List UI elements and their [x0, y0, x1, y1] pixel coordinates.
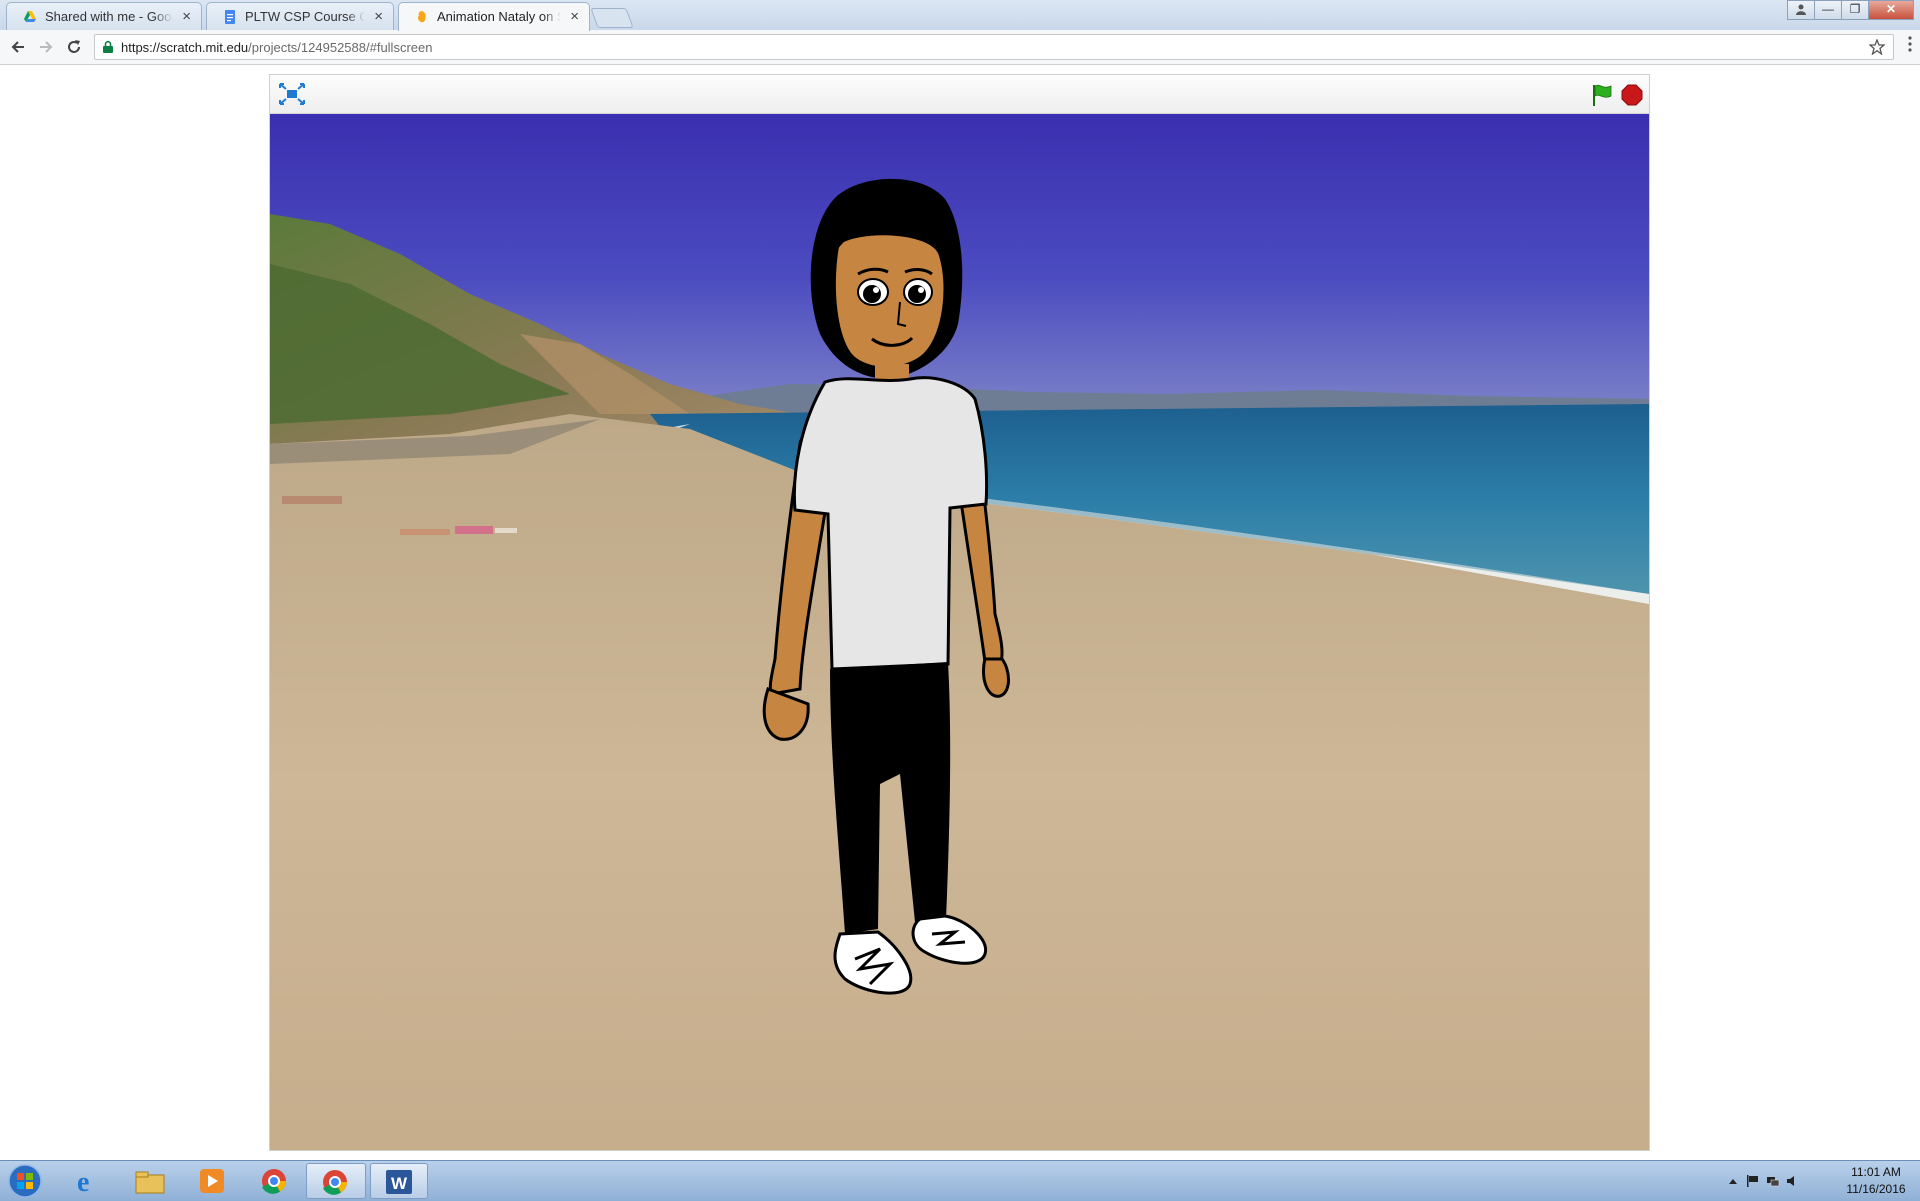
- forward-arrow-icon[interactable]: [34, 35, 58, 59]
- tab-close-button[interactable]: ×: [182, 3, 191, 30]
- taskbar-clock[interactable]: 11:01 AM 11/16/2016: [1842, 1164, 1910, 1198]
- network-icon[interactable]: [1766, 1175, 1780, 1187]
- more-vert-icon[interactable]: [1908, 36, 1912, 52]
- new-tab-button[interactable]: [590, 8, 634, 28]
- windows-taskbar: e W 11:01 AM 11/16/2016: [0, 1160, 1920, 1201]
- google-drive-icon: [24, 11, 36, 22]
- tab-google-drive[interactable]: Shared with me - Google Drive ×: [6, 2, 202, 30]
- tab-title: Shared with me - Google Drive: [45, 9, 173, 24]
- window-controls: — ❐ ✕: [1787, 0, 1914, 20]
- reload-icon[interactable]: [62, 35, 86, 59]
- star-icon[interactable]: [1869, 39, 1885, 55]
- address-bar[interactable]: https://scratch.mit.edu/projects/1249525…: [94, 34, 1894, 60]
- word-icon[interactable]: W: [370, 1163, 428, 1199]
- girl-character-sprite[interactable]: [760, 174, 1020, 1034]
- file-explorer-icon[interactable]: [122, 1163, 178, 1199]
- internet-explorer-icon[interactable]: e: [60, 1163, 116, 1199]
- lock-icon: [103, 41, 113, 53]
- minimize-button[interactable]: —: [1814, 0, 1842, 20]
- player-controls-bar: [270, 75, 1649, 114]
- tab-close-button[interactable]: ×: [374, 3, 383, 30]
- stop-sign-icon[interactable]: [1621, 84, 1643, 106]
- user-profile-icon[interactable]: [1787, 0, 1815, 20]
- tab-title: PLTW CSP Course Outline: [245, 9, 365, 24]
- url-text: https://scratch.mit.edu/projects/1249525…: [121, 35, 432, 60]
- close-window-button[interactable]: ✕: [1868, 0, 1914, 20]
- media-player-icon[interactable]: [184, 1163, 240, 1199]
- volume-icon[interactable]: [1786, 1175, 1800, 1187]
- svg-text:W: W: [391, 1174, 408, 1193]
- chrome-icon[interactable]: [306, 1163, 366, 1199]
- scratch-player: [269, 74, 1650, 1151]
- restore-button[interactable]: ❐: [1841, 0, 1869, 20]
- chrome-icon[interactable]: [246, 1163, 302, 1199]
- svg-text:e: e: [77, 1167, 89, 1195]
- back-arrow-icon[interactable]: [6, 35, 30, 59]
- exit-fullscreen-icon[interactable]: [279, 83, 305, 105]
- tab-pltw-course-outline[interactable]: PLTW CSP Course Outline ×: [206, 2, 394, 30]
- google-docs-icon: [225, 10, 235, 24]
- url-host: https://scratch.mit.edu: [121, 40, 249, 55]
- tab-scratch-project[interactable]: Animation Nataly on Scratch ×: [398, 2, 590, 31]
- action-center-flag-icon[interactable]: [1746, 1175, 1760, 1187]
- scratch-stage[interactable]: [270, 114, 1649, 1150]
- url-path: /projects/124952588/#fullscreen: [248, 40, 433, 55]
- tab-close-button[interactable]: ×: [570, 3, 579, 30]
- browser-toolbar: https://scratch.mit.edu/projects/1249525…: [0, 30, 1920, 65]
- green-flag-icon[interactable]: [1591, 83, 1613, 107]
- clock-time: 11:01 AM: [1851, 1165, 1901, 1179]
- windows-start-icon[interactable]: [4, 1163, 46, 1199]
- scratch-icon: [417, 11, 426, 23]
- show-hidden-icons-icon[interactable]: [1726, 1175, 1740, 1187]
- tab-title: Animation Nataly on Scratch: [437, 9, 561, 24]
- tab-strip: Shared with me - Google Drive × PLTW CSP…: [0, 0, 1920, 31]
- clock-date: 11/16/2016: [1846, 1182, 1906, 1196]
- system-tray: 11:01 AM 11/16/2016: [1720, 1161, 1920, 1201]
